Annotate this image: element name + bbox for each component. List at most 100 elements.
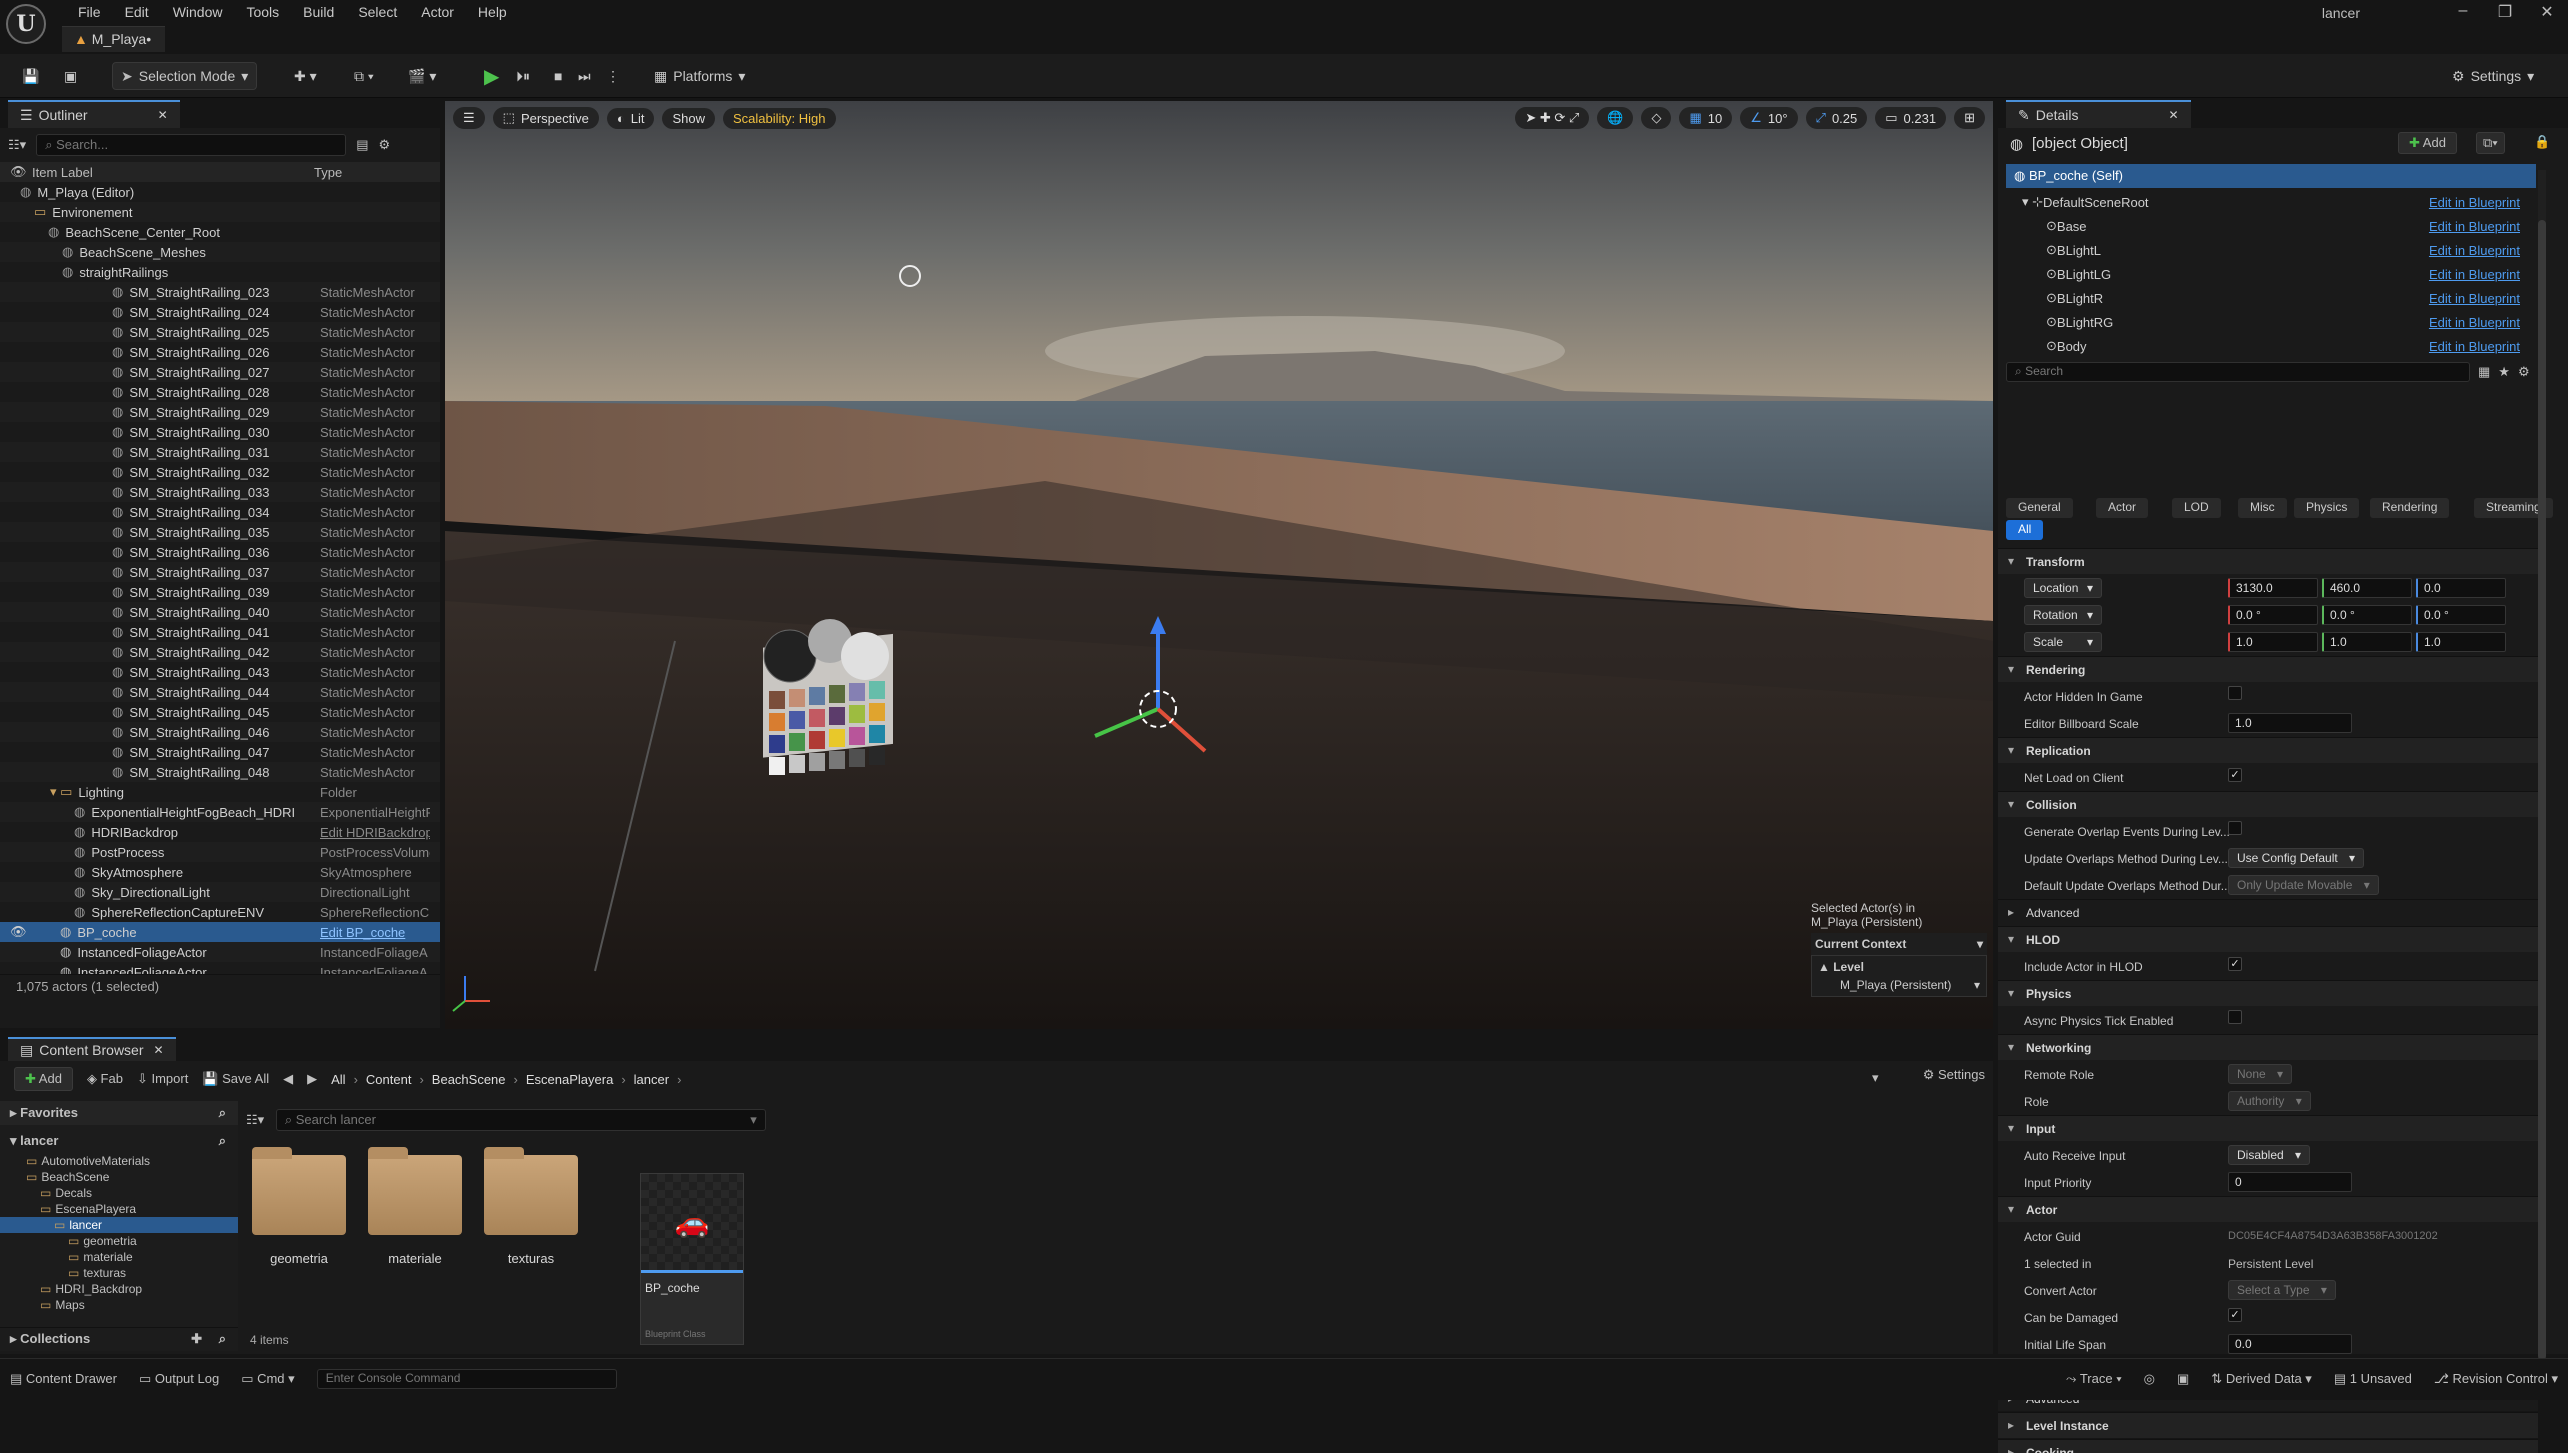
category-header[interactable]: Level Instance: [1998, 1412, 2538, 1438]
details-scroll-thumb[interactable]: [2538, 220, 2546, 1360]
bp-coche-asset[interactable]: 🚗 BP_coche Blueprint Class: [640, 1173, 744, 1345]
folder-tree-item[interactable]: ▭ AutomotiveMaterials: [0, 1153, 238, 1169]
outliner-row[interactable]: ◍ SM_StraightRailing_048 StaticMeshActor: [0, 762, 440, 782]
menu-select[interactable]: Select: [346, 2, 409, 22]
layout-icon[interactable]: ⊞: [1954, 107, 1985, 129]
scalability-button[interactable]: Scalability: High: [723, 107, 836, 129]
breadcrumb-item[interactable]: lancer: [634, 1072, 669, 1087]
gear-icon[interactable]: ⚙: [2518, 364, 2530, 380]
outliner-row[interactable]: ◍ SM_StraightRailing_043 StaticMeshActor: [0, 662, 440, 682]
folder-tree-item[interactable]: ▭ geometria: [0, 1233, 238, 1249]
path-dropdown-icon[interactable]: ▾: [1872, 1070, 1879, 1086]
revision-control-button[interactable]: ⎇ Revision Control ▾: [2434, 1371, 2558, 1387]
location-z-field[interactable]: 0.0: [2416, 578, 2506, 598]
folder-tree-item[interactable]: ▭ Decals: [0, 1185, 238, 1201]
camera-speed-button[interactable]: ▭ 0.231: [1875, 107, 1947, 129]
edit-in-blueprint-link[interactable]: Edit in Blueprint: [2429, 267, 2520, 282]
level-selector[interactable]: ▲ Level M_Playa (Persistent) ▾: [1811, 955, 1987, 997]
outliner-row[interactable]: ◍ SM_StraightRailing_037 StaticMeshActor: [0, 562, 440, 582]
category-header[interactable]: Collision: [1998, 791, 2538, 817]
record-icon[interactable]: ◎: [2144, 1371, 2155, 1387]
outliner-row[interactable]: ◍ ExponentialHeightFogBeach_HDRI Exponenti…: [0, 802, 440, 822]
outliner-row[interactable]: ◍ InstancedFoliageActor InstancedFoliageA: [0, 942, 440, 962]
breadcrumb-item[interactable]: Content: [366, 1072, 412, 1087]
trace-button[interactable]: ⤳ Trace ▾: [2066, 1371, 2122, 1387]
outliner-search-input[interactable]: ⌕ Search...: [36, 134, 347, 156]
type-column[interactable]: Type: [314, 165, 342, 180]
outliner-row[interactable]: ◍ BeachScene_Center_Root: [0, 222, 440, 242]
outliner-row[interactable]: ◍ BeachScene_Meshes: [0, 242, 440, 262]
scale-z-field[interactable]: 1.0: [2416, 632, 2506, 652]
category-header[interactable]: HLOD: [1998, 926, 2538, 952]
dropdown[interactable]: None ▾: [2228, 1064, 2293, 1084]
outliner-row[interactable]: 👁 ◍ BP_coche Edit BP_coche: [0, 922, 440, 942]
checkbox-checked[interactable]: ✓: [2228, 1308, 2242, 1322]
folder-tree-item[interactable]: ▭ EscenaPlayera: [0, 1201, 238, 1217]
filter-physics-button[interactable]: Physics: [2294, 498, 2360, 518]
checkbox-checked[interactable]: ✓: [2228, 957, 2242, 971]
filter-all-button[interactable]: All: [2006, 520, 2044, 540]
play-options-button[interactable]: ⋮: [598, 62, 628, 90]
category-header[interactable]: Cooking: [1998, 1439, 2538, 1453]
dropdown[interactable]: Select a Type ▾: [2228, 1280, 2336, 1300]
outliner-row[interactable]: ◍ SkyAtmosphere SkyAtmosphere: [0, 862, 440, 882]
outliner-row[interactable]: ▭ Environement: [0, 202, 440, 222]
folder-tree-item[interactable]: ▭ Maps: [0, 1297, 238, 1313]
search-icon[interactable]: ⌕: [219, 1133, 226, 1149]
menu-edit[interactable]: Edit: [113, 2, 161, 22]
play-button[interactable]: ▶: [476, 62, 507, 90]
fab-button[interactable]: ◈ Fab: [87, 1071, 123, 1087]
rotation-dropdown[interactable]: Rotation ▾: [2024, 605, 2102, 625]
dropdown[interactable]: Disabled ▾: [2228, 1145, 2311, 1165]
unreal-logo-icon[interactable]: U: [6, 4, 46, 44]
scale-dropdown[interactable]: Scale ▾: [2024, 632, 2102, 652]
details-scrollbar[interactable]: [2538, 170, 2546, 1390]
close-icon[interactable]: ✕: [158, 108, 168, 122]
outliner-row[interactable]: ◍ SM_StraightRailing_028 StaticMeshActor: [0, 382, 440, 402]
menu-build[interactable]: Build: [291, 2, 346, 22]
minimize-icon[interactable]: –: [2442, 0, 2484, 22]
filter-actor-button[interactable]: Actor: [2096, 498, 2149, 518]
menu-actor[interactable]: Actor: [409, 2, 466, 22]
filter-lod-button[interactable]: LOD: [2172, 498, 2221, 518]
checkbox[interactable]: [2228, 686, 2242, 700]
level-viewport[interactable]: ☰ ⬚ Perspective ◐ Lit Show Scalability: Hi…: [445, 101, 1993, 1029]
outliner-row[interactable]: ◍ SM_StraightRailing_034 StaticMeshActor: [0, 502, 440, 522]
outliner-row[interactable]: ◍ SM_StraightRailing_041 StaticMeshActor: [0, 622, 440, 642]
component-row[interactable]: ⊙ Body Edit in Blueprint: [2006, 334, 2526, 358]
outliner-row[interactable]: ◍ SM_StraightRailing_044 StaticMeshActor: [0, 682, 440, 702]
scale-y-field[interactable]: 1.0: [2322, 632, 2412, 652]
output-log-button[interactable]: ▭ Output Log: [139, 1371, 219, 1387]
component-row[interactable]: ⊙ BLightRG Edit in Blueprint: [2006, 310, 2526, 334]
search-icon[interactable]: ⌕: [219, 1331, 226, 1347]
folder-asset[interactable]: geometria: [252, 1147, 346, 1266]
cb-settings-button[interactable]: ⚙ Settings: [1923, 1067, 1985, 1083]
filter-general-button[interactable]: General: [2006, 498, 2073, 518]
surface-snap-icon[interactable]: ◇: [1641, 107, 1672, 129]
menu-help[interactable]: Help: [466, 2, 519, 22]
folder-asset[interactable]: texturas: [484, 1147, 578, 1266]
add-collection-icon[interactable]: ✚: [191, 1331, 202, 1347]
asset-search-input[interactable]: ⌕ Search lancer ▾: [275, 1109, 766, 1131]
filter-icon[interactable]: ☷▾: [246, 1112, 264, 1127]
viewport-menu-button[interactable]: ☰: [453, 107, 485, 129]
category-header[interactable]: Actor: [1998, 1196, 2538, 1222]
visibility-icon[interactable]: 👁: [10, 164, 27, 180]
outliner-row[interactable]: ◍ SM_StraightRailing_046 StaticMeshActor: [0, 722, 440, 742]
stop-button[interactable]: ■: [546, 62, 570, 90]
content-icon[interactable]: ▣: [56, 62, 85, 90]
folder-tree-item[interactable]: ▭ materiale: [0, 1249, 238, 1265]
outliner-row[interactable]: ◍ SM_StraightRailing_033 StaticMeshActor: [0, 482, 440, 502]
edit-in-blueprint-link[interactable]: Edit in Blueprint: [2429, 315, 2520, 330]
rotation-z-field[interactable]: 0.0 °: [2416, 605, 2506, 625]
filter-rendering-button[interactable]: Rendering: [2370, 498, 2450, 518]
outliner-row[interactable]: ◍ SM_StraightRailing_030 StaticMeshActor: [0, 422, 440, 442]
save-all-button[interactable]: 💾 Save All: [202, 1071, 269, 1087]
outliner-row[interactable]: ◍ HDRIBackdrop Edit HDRIBackdrop: [0, 822, 440, 842]
outliner-row[interactable]: ▾ ▭ Lighting Folder: [0, 782, 440, 802]
derived-data-button[interactable]: ⇅ Derived Data ▾: [2211, 1371, 2312, 1387]
outliner-row[interactable]: ◍ SM_StraightRailing_035 StaticMeshActor: [0, 522, 440, 542]
menu-file[interactable]: File: [66, 2, 113, 22]
close-icon[interactable]: ✕: [2169, 108, 2179, 122]
category-header[interactable]: Rendering: [1998, 656, 2538, 682]
